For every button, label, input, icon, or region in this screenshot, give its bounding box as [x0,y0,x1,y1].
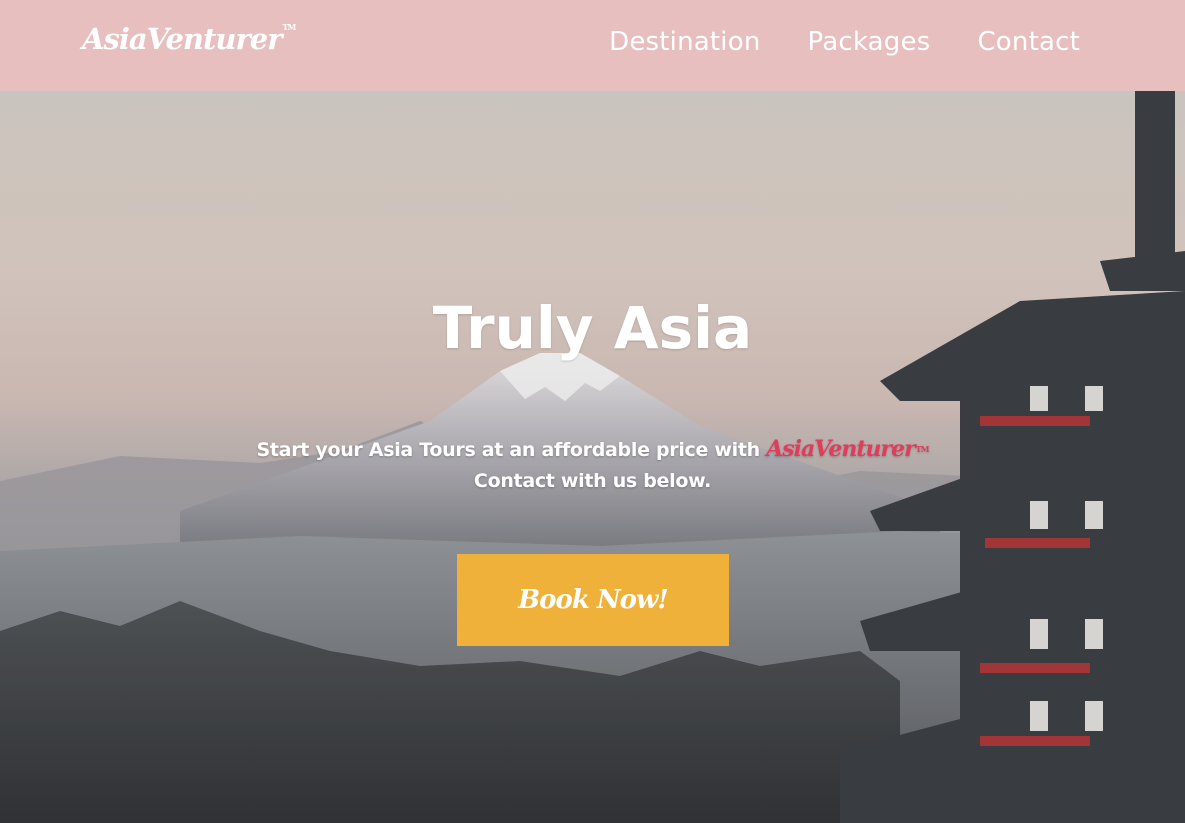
brand-logo[interactable]: AsiaVenturerTM [82,22,297,56]
hero-subtitle-text: Start your Asia Tours at an affordable p… [256,439,767,461]
book-now-button[interactable]: Book Now! [457,554,729,646]
top-navbar: AsiaVenturerTM Destination Packages Cont… [0,0,1185,91]
hero-subtitle-brand-trademark: TM [915,444,930,454]
hero-subtitle-brand-name: AsiaVenturer [766,436,915,462]
nav-link-packages[interactable]: Packages [808,27,931,57]
hero-subtitle-line2: Contact with us below. [473,470,712,492]
hero-subtitle-brand: AsiaVenturerTM [766,436,930,462]
brand-name: AsiaVenturer [82,22,282,56]
brand-trademark: TM [282,22,297,32]
nav-link-contact[interactable]: Contact [977,27,1080,57]
hero-section: Truly Asia Start your Asia Tours at an a… [0,91,1185,823]
nav-link-destination[interactable]: Destination [609,27,760,57]
hero-title: Truly Asia [432,294,753,362]
hero-subtitle: Start your Asia Tours at an affordable p… [0,434,1185,497]
nav-links: Destination Packages Contact [609,27,1080,57]
